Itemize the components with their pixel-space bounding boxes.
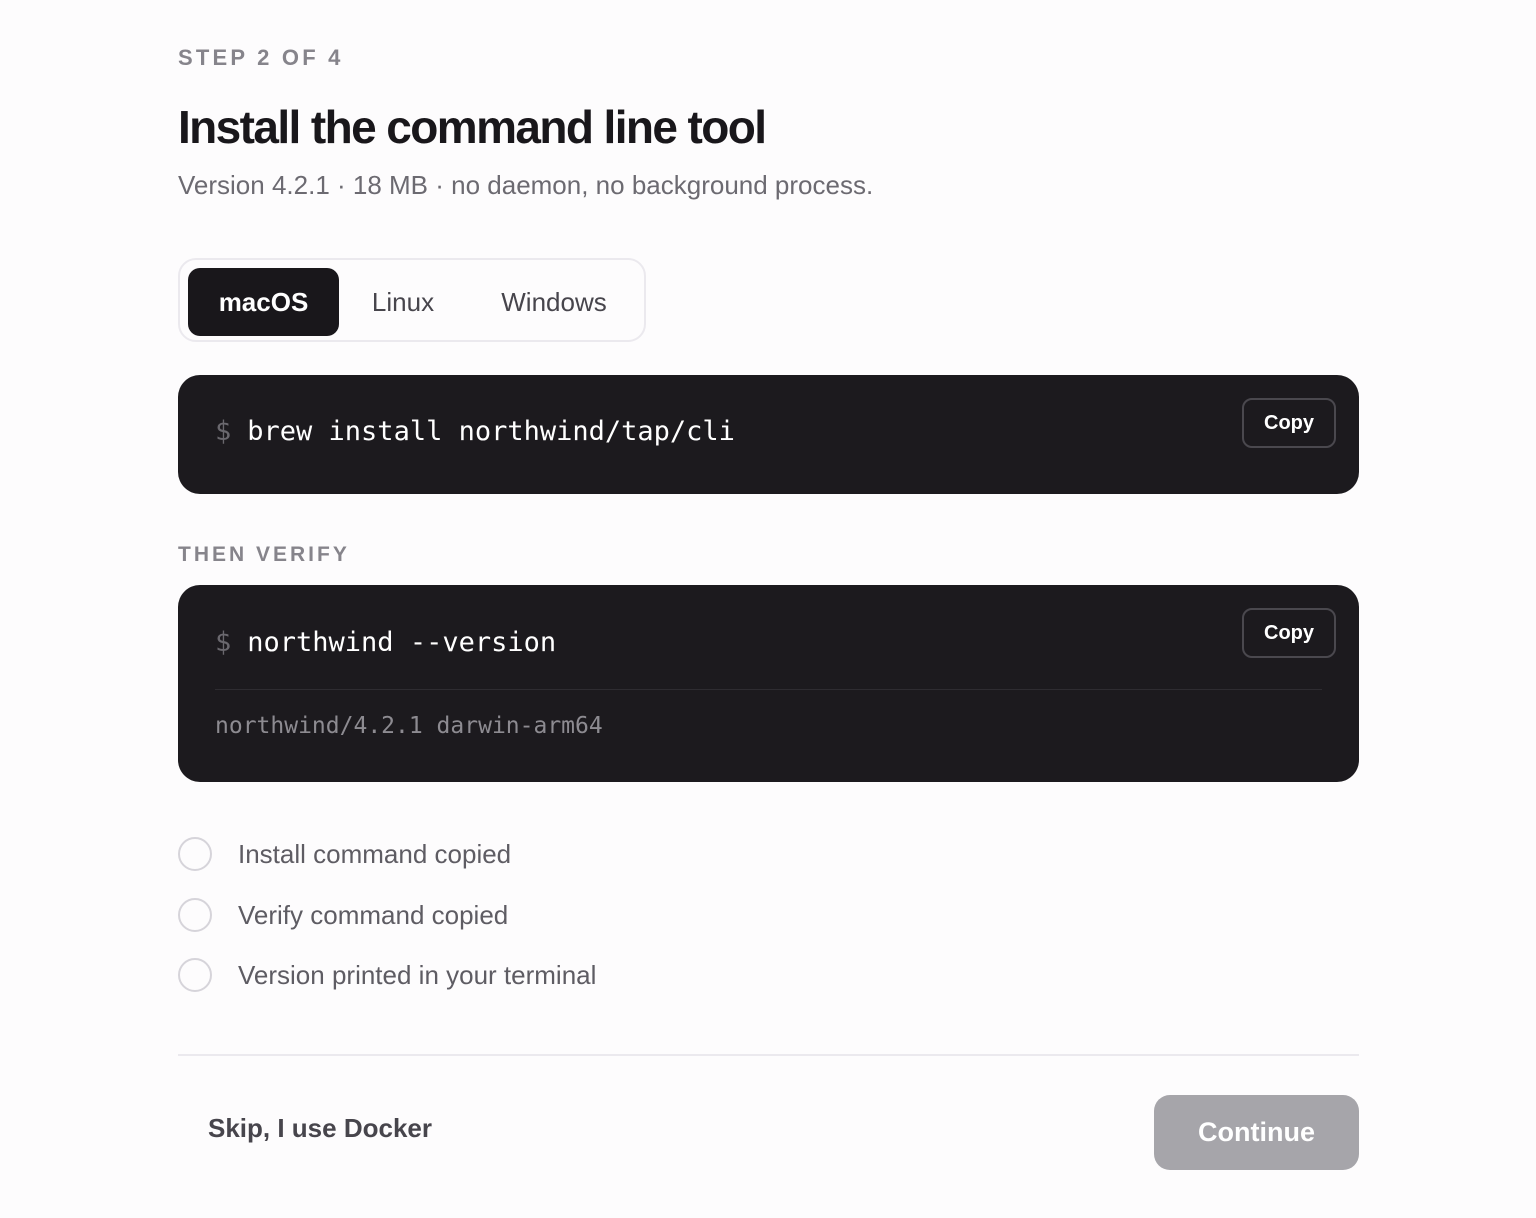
verify-command-line: $ northwind --version	[215, 627, 556, 658]
checklist-label: Verify command copied	[238, 900, 509, 930]
tab-windows[interactable]: Windows	[470, 268, 638, 336]
footer-divider	[178, 1054, 1359, 1056]
page-title: Install the command line tool	[178, 101, 767, 153]
page-subtitle: Version 4.2.1 · 18 MB · no daemon, no ba…	[178, 170, 874, 200]
continue-button[interactable]: Continue	[1154, 1095, 1359, 1170]
unchecked-circle-icon	[178, 958, 212, 992]
expected-output: northwind/4.2.1 darwin-arm64	[215, 713, 603, 739]
install-command-line: $ brew install northwind/tap/cli	[215, 416, 735, 447]
tab-macos[interactable]: macOS	[188, 268, 339, 336]
install-command-text: brew install northwind/tap/cli	[247, 416, 735, 447]
unchecked-circle-icon	[178, 837, 212, 871]
copy-verify-button[interactable]: Copy	[1242, 608, 1336, 658]
checklist-item-verify: Verify command copied	[178, 897, 778, 937]
tab-linux[interactable]: Linux	[343, 268, 463, 336]
checklist-item-version: Version printed in your terminal	[178, 957, 778, 997]
prompt-symbol: $	[215, 627, 232, 658]
unchecked-circle-icon	[178, 898, 212, 932]
verify-command-text: northwind --version	[247, 627, 557, 658]
verify-command-block: $ northwind --version Copy northwind/4.2.…	[178, 585, 1359, 782]
checklist-label: Version printed in your terminal	[238, 960, 597, 990]
checklist-label: Install command copied	[238, 839, 512, 869]
prompt-symbol: $	[215, 416, 232, 447]
skip-docker-link[interactable]: Skip, I use Docker	[208, 1113, 432, 1144]
os-selector: macOS Linux Windows	[178, 258, 646, 342]
checklist-item-install: Install command copied	[178, 836, 778, 876]
install-command-block: $ brew install northwind/tap/cli Copy	[178, 375, 1359, 494]
copy-install-button[interactable]: Copy	[1242, 398, 1336, 448]
then-verify-label: THEN VERIFY	[178, 543, 350, 566]
step-indicator: STEP 2 OF 4	[178, 45, 344, 70]
output-divider	[215, 689, 1322, 690]
